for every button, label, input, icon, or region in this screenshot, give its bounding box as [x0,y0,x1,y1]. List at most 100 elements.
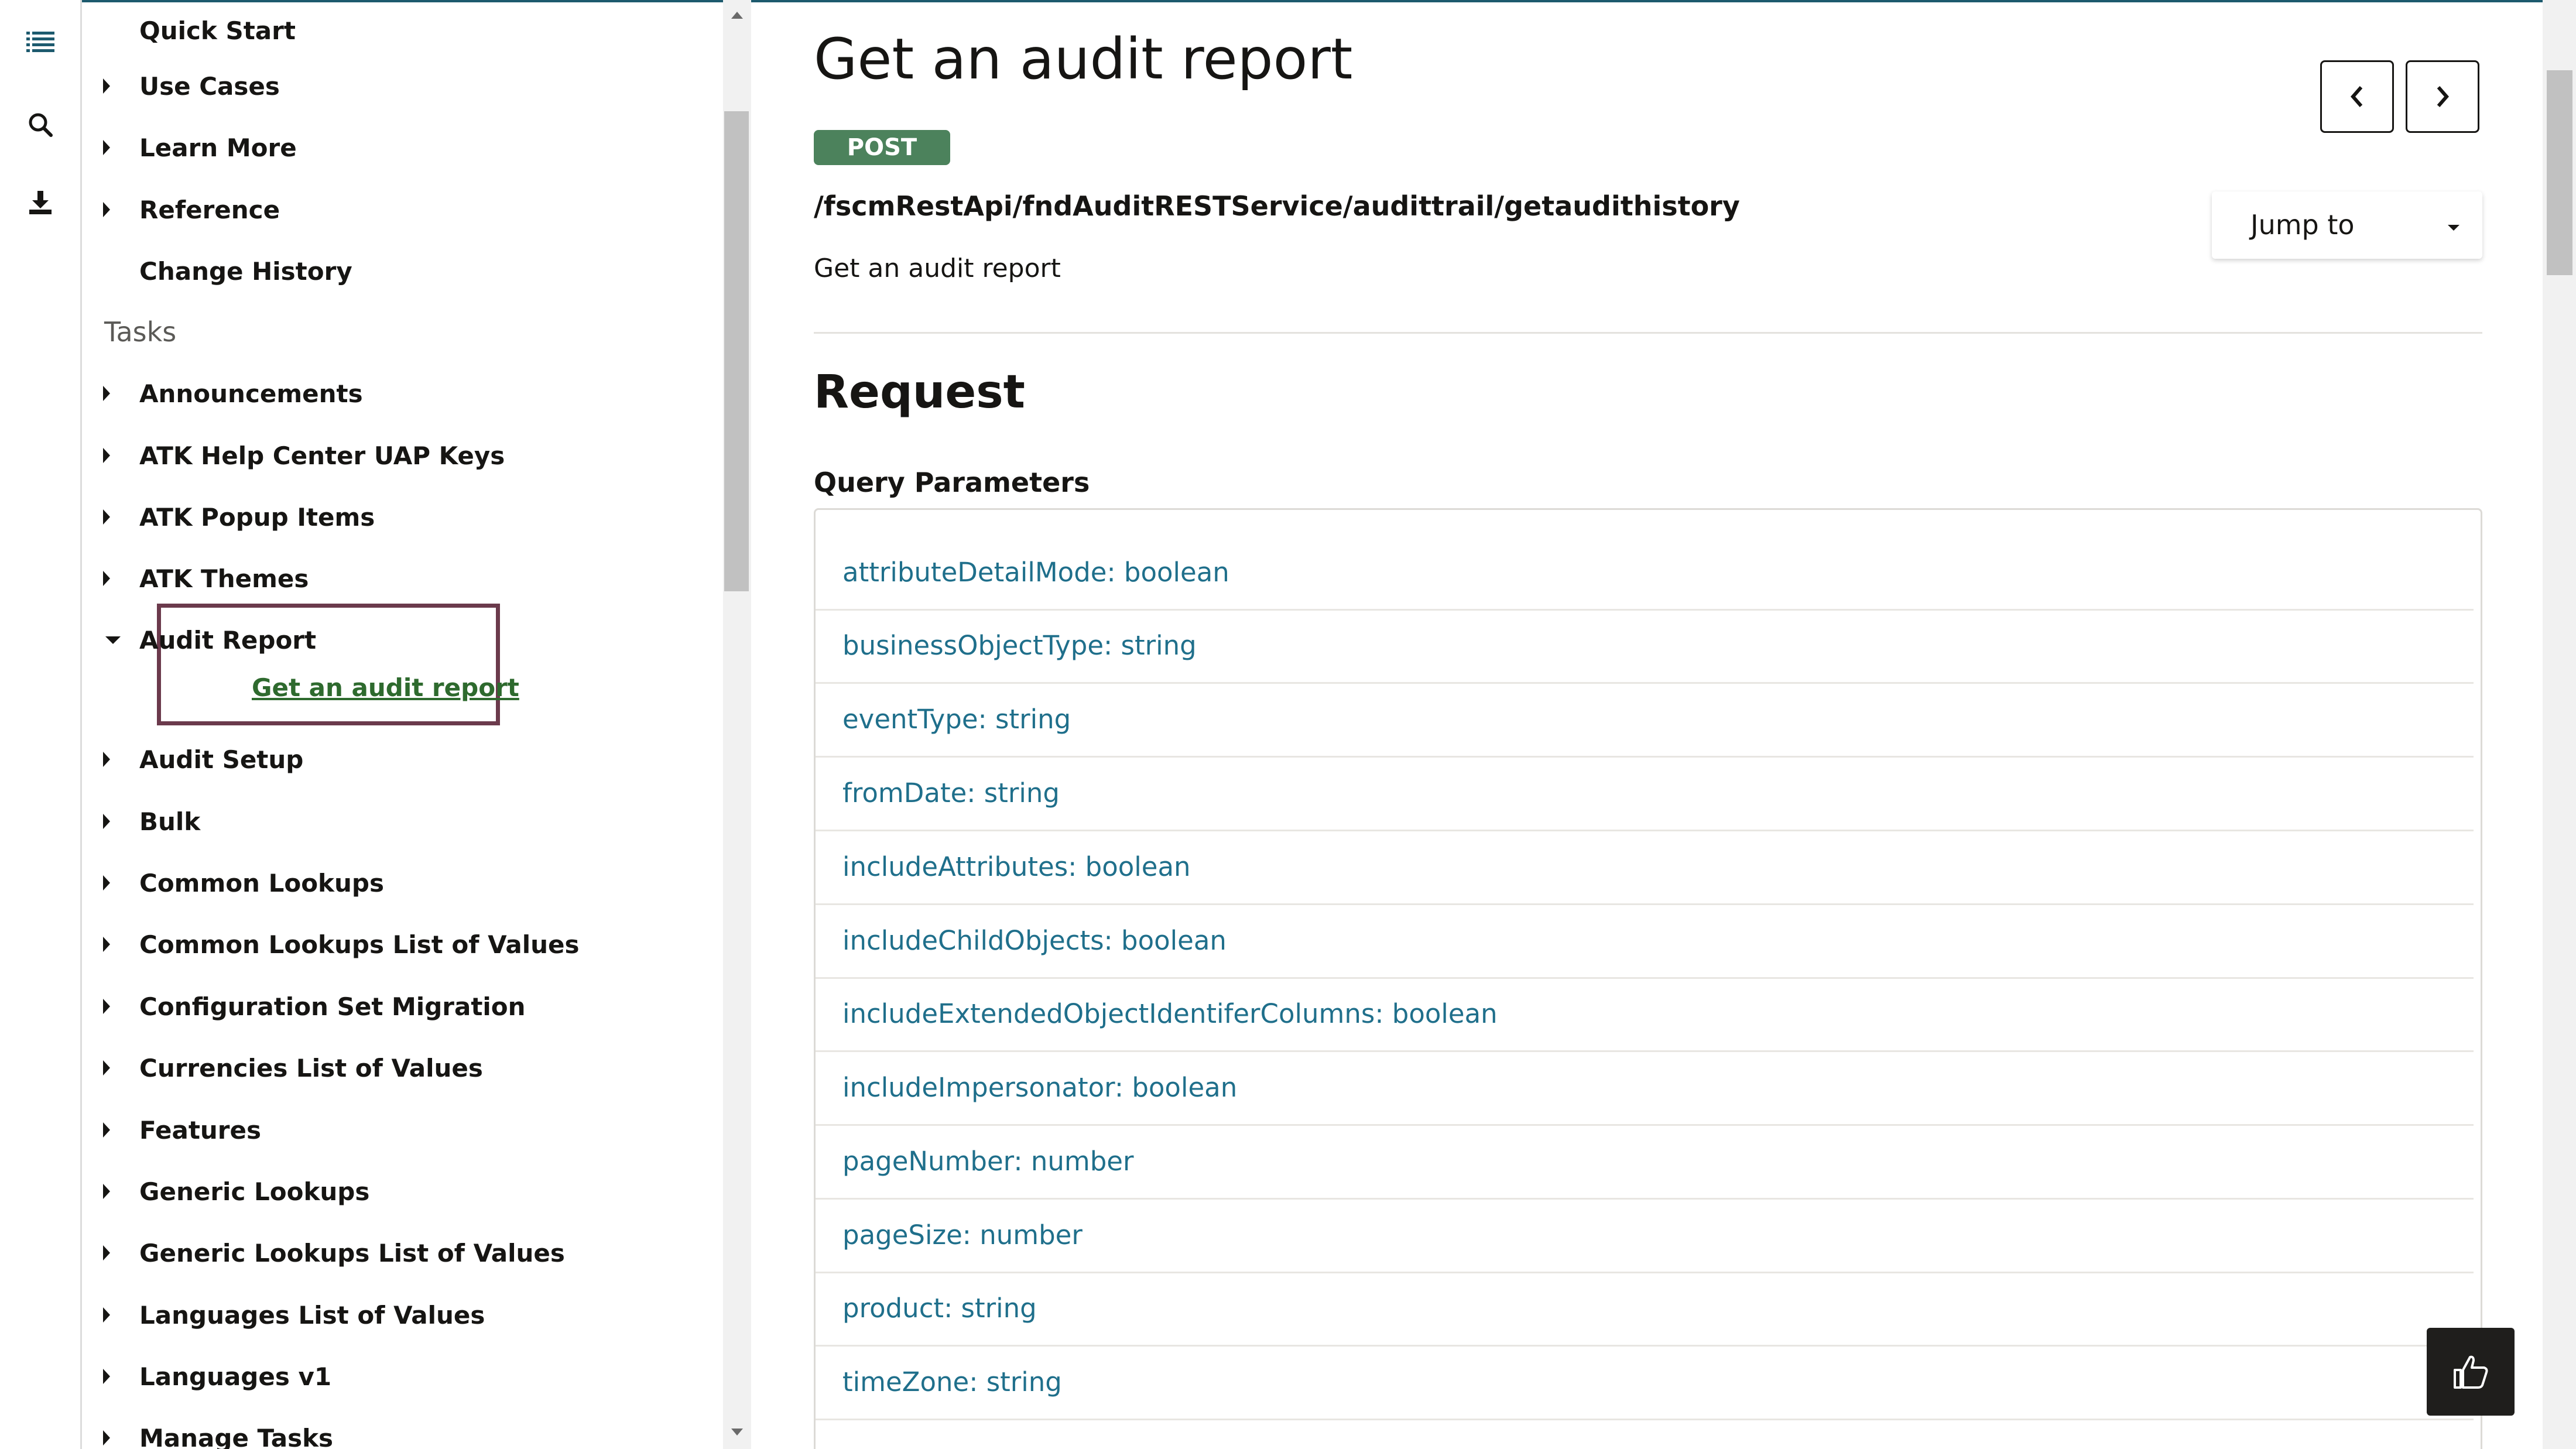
sidebar-item-label: Use Cases [139,71,280,101]
sidebar-item-common-lookups[interactable]: Common Lookups [103,862,384,903]
scroll-down-icon[interactable] [731,1429,743,1436]
previous-page-button[interactable] [2320,60,2394,133]
list-icon[interactable] [20,22,61,63]
sidebar-item-use-cases[interactable]: Use Cases [103,66,280,107]
chevron-right-icon [2437,86,2449,107]
sidebar-item-atk-help-center-uap-keys[interactable]: ATK Help Center UAP Keys [103,435,505,476]
sidebar-item-currencies-lov[interactable]: Currencies List of Values [103,1047,483,1088]
param-link[interactable]: includeChildObjects: boolean [842,925,1227,956]
param-link[interactable]: pageSize: number [842,1220,1083,1251]
sidebar-item-change-history[interactable]: Change History [139,251,352,292]
sidebar-item-audit-setup[interactable]: Audit Setup [103,739,304,780]
endpoint-path: /fscmRestApi/fndAuditRESTService/audittr… [814,190,1740,222]
http-method-badge: POST [814,130,950,165]
caret-right-icon [103,937,110,952]
thumbs-up-icon [2454,1355,2488,1389]
sidebar-item-generic-lookups[interactable]: Generic Lookups [103,1171,370,1212]
caret-right-icon [103,1245,110,1260]
sidebar-item-reference[interactable]: Reference [103,189,280,230]
caret-down-icon [105,636,121,644]
sidebar-item-label: ATK Help Center UAP Keys [139,441,505,470]
param-link[interactable]: eventType: string [842,704,1071,735]
page-title: Get an audit report [814,26,1353,92]
sidebar-item-label: Audit Setup [139,745,304,774]
caret-right-icon [103,571,110,586]
sidebar-item-label: Manage Tasks [139,1423,334,1449]
sidebar-item-label: Features [139,1115,261,1145]
sidebar-item-generic-lookups-lov[interactable]: Generic Lookups List of Values [103,1232,565,1273]
param-link[interactable]: pageNumber: number [842,1146,1133,1177]
icon-rail [0,0,82,1449]
chevron-left-icon [2351,86,2363,107]
sidebar-item-label: Quick Start [139,16,296,45]
list-item: includeChildObjects: boolean [816,906,2474,979]
param-link[interactable]: includeImpersonator: boolean [842,1072,1237,1103]
caret-right-icon [103,1369,110,1384]
caret-right-icon [103,1430,110,1445]
scroll-up-icon[interactable] [731,12,743,19]
sidebar-item-label: Announcements [139,379,363,408]
caret-right-icon [103,814,110,829]
sidebar-subitem-get-an-audit-report[interactable]: Get an audit report [252,673,519,702]
sidebar-item-announcements[interactable]: Announcements [103,373,363,414]
sidebar-item-manage-tasks[interactable]: Manage Tasks [103,1417,334,1449]
sidebar-item-atk-popup-items[interactable]: ATK Popup Items [103,496,375,537]
sidebar-item-bulk[interactable]: Bulk [103,801,200,842]
sidebar-scrollbar-thumb[interactable] [724,111,749,591]
caret-right-icon [103,509,110,525]
caret-right-icon [103,875,110,890]
sidebar-item-label: Learn More [139,133,297,162]
param-link[interactable]: businessObjectType: string [842,630,1197,661]
sidebar-item-learn-more[interactable]: Learn More [103,127,297,168]
endpoint-description: Get an audit report [814,254,1061,283]
list-item: product: string [816,1274,2474,1347]
sidebar-item-common-lookups-lov[interactable]: Common Lookups List of Values [103,924,580,965]
param-link[interactable]: includeAttributes: boolean [842,851,1191,882]
search-icon[interactable] [20,104,61,145]
section-divider [814,332,2482,334]
list-item: eventType: string [816,685,2474,758]
sidebar-item-audit-report[interactable]: Audit Report [105,619,316,660]
download-icon[interactable] [20,182,61,223]
sidebar-item-label: Configuration Set Migration [139,992,526,1021]
sidebar-item-label: Languages List of Values [139,1300,485,1330]
param-link[interactable]: fromDate: string [842,777,1060,809]
list-item: pageSize: number [816,1201,2474,1273]
caret-right-icon [103,202,110,217]
list-item: pageNumber: number [816,1127,2474,1200]
request-heading: Request [814,366,1025,419]
param-link[interactable]: attributeDetailMode: boolean [842,557,1229,588]
caret-right-icon [103,386,110,401]
feedback-button[interactable] [2427,1328,2515,1416]
sidebar-item-label: Generic Lookups List of Values [139,1238,565,1268]
jump-to-dropdown[interactable]: Jump to [2212,191,2482,259]
sidebar-item-configuration-set-migration[interactable]: Configuration Set Migration [103,986,526,1027]
next-page-button[interactable] [2406,60,2479,133]
sidebar-item-label: Languages v1 [139,1362,332,1391]
jump-to-label: Jump to [2250,209,2355,241]
caret-right-icon [103,140,110,155]
sidebar-item-features[interactable]: Features [103,1109,261,1150]
sidebar-item-label: Currencies List of Values [139,1053,483,1083]
sidebar-nav: Quick Start Use Cases Learn More Referen… [82,0,723,1449]
caret-right-icon [103,752,110,767]
sidebar-item-languages-v1[interactable]: Languages v1 [103,1356,332,1397]
chevron-down-icon [2448,225,2459,231]
list-item: attributeDetailMode: boolean [816,538,2474,611]
main-scrollbar-thumb[interactable] [2547,70,2572,275]
caret-right-icon [103,1307,110,1323]
param-link[interactable]: timeZone: string [842,1366,1062,1397]
caret-right-icon [103,999,110,1014]
list-item: includeExtendedObjectIdentiferColumns: b… [816,979,2474,1052]
sidebar-item-languages-lov[interactable]: Languages List of Values [103,1294,485,1335]
sidebar-item-label: Generic Lookups [139,1177,370,1206]
param-link[interactable]: product: string [842,1293,1037,1324]
sidebar-item-label: ATK Popup Items [139,502,375,532]
sidebar-item-label: Change History [139,256,352,286]
list-item: includeAttributes: boolean [816,833,2474,905]
main-content: Get an audit report POST /fscmRestApi/fn… [751,0,2543,1449]
param-link[interactable]: includeExtendedObjectIdentiferColumns: b… [842,998,1498,1029]
sidebar-item-quick-start[interactable]: Quick Start [139,10,296,51]
list-item: timeZone: string [816,1348,2474,1420]
sidebar-item-atk-themes[interactable]: ATK Themes [103,558,309,599]
